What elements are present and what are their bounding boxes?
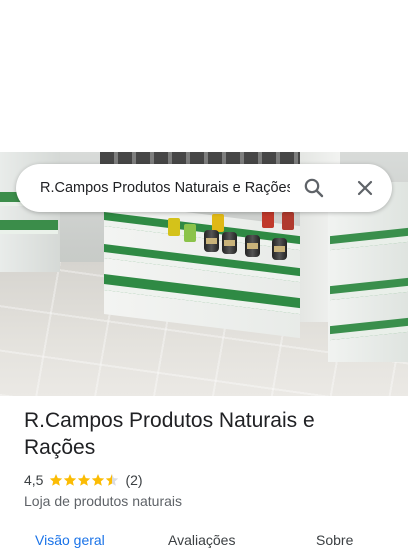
search-icon[interactable] [302, 176, 326, 200]
photo-jar [272, 238, 287, 260]
photo-product [282, 212, 294, 230]
photo-product [168, 218, 180, 236]
search-bar[interactable]: R.Campos Produtos Naturais e Rações [16, 164, 392, 212]
star-icon [92, 474, 105, 486]
place-title: R.Campos Produtos Naturais e Rações [24, 409, 315, 459]
review-count[interactable]: (2) [125, 472, 142, 488]
rating-value: 4,5 [24, 472, 44, 488]
photo-left-shelf [0, 220, 58, 234]
place-tabs: Visão geral Avaliações Sobre [0, 530, 408, 560]
star-icon [50, 474, 63, 486]
place-category: Loja de produtos naturais [24, 493, 182, 509]
star-icon [106, 474, 119, 486]
tab-about[interactable]: Sobre [316, 532, 353, 548]
close-icon[interactable] [353, 176, 377, 200]
search-input[interactable]: R.Campos Produtos Naturais e Rações [40, 164, 290, 212]
photo-jar [222, 232, 237, 254]
star-icon [78, 474, 91, 486]
photo-product [184, 224, 196, 242]
tab-reviews[interactable]: Avaliações [168, 532, 235, 548]
star-icon [64, 474, 77, 486]
photo-product [262, 210, 274, 228]
rating-row[interactable]: 4,5 (2) [24, 471, 143, 489]
tab-overview[interactable]: Visão geral [35, 532, 105, 548]
photo-jar [245, 235, 260, 257]
star-rating [49, 473, 119, 487]
photo-jar [204, 230, 219, 252]
